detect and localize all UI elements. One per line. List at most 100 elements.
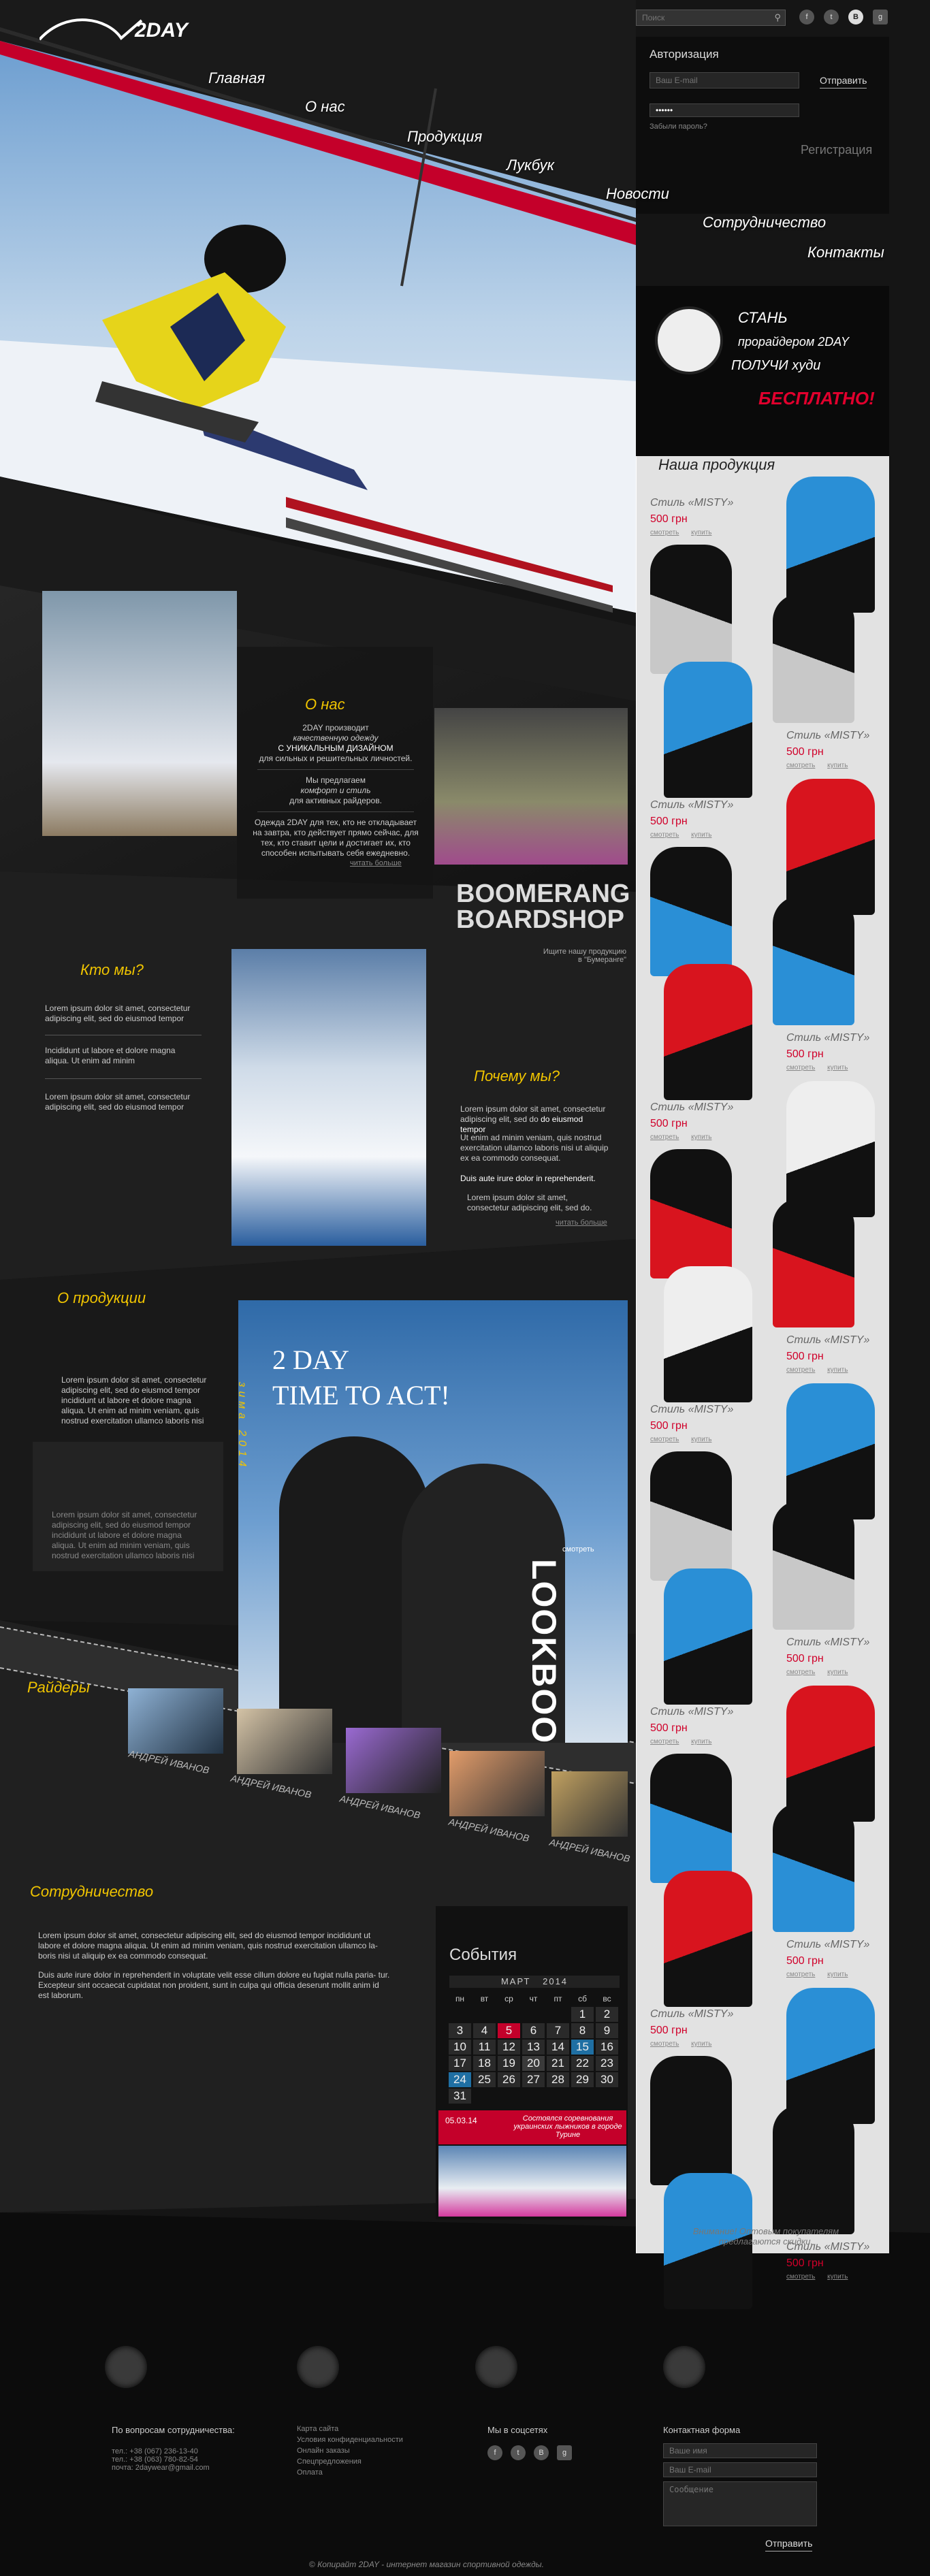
lookbook-see-link[interactable]: смотреть xyxy=(562,1545,594,1553)
product-style[interactable]: Стиль «MISTY» xyxy=(650,1101,752,1114)
vk-icon[interactable]: В xyxy=(848,10,863,25)
product-style[interactable]: Стиль «MISTY» xyxy=(650,1404,752,1416)
rider-card[interactable] xyxy=(551,1771,628,1837)
calendar-day[interactable]: 2 xyxy=(596,2007,618,2022)
product-card[interactable]: Стиль «MISTY» 500 грн смотреть купить xyxy=(637,1500,890,1705)
calendar-day[interactable]: 26 xyxy=(498,2072,520,2087)
view-link[interactable]: смотреть xyxy=(650,2040,679,2048)
calendar-day[interactable]: 13 xyxy=(522,2040,545,2055)
buy-link[interactable]: купить xyxy=(827,1366,848,1374)
hoodie-image[interactable] xyxy=(773,2105,854,2234)
calendar-day[interactable]: 30 xyxy=(596,2072,618,2087)
hoodie-image[interactable] xyxy=(773,1198,854,1327)
calendar-day[interactable]: 15 xyxy=(571,2040,594,2055)
calendar-day[interactable]: 10 xyxy=(449,2040,471,2055)
menu-item-cooperation[interactable]: Сотрудничество xyxy=(703,214,826,231)
rider-card[interactable] xyxy=(237,1709,332,1774)
menu-item-products[interactable]: Продукция xyxy=(407,128,482,146)
calendar-day[interactable]: 20 xyxy=(522,2056,545,2071)
why-more-link[interactable]: читать больше xyxy=(556,1219,607,1227)
calendar-day[interactable]: 23 xyxy=(596,2056,618,2071)
calendar-day[interactable]: 5 xyxy=(498,2023,520,2038)
search-input[interactable] xyxy=(637,10,766,25)
hoodie-image[interactable] xyxy=(664,964,752,1100)
email-field[interactable] xyxy=(650,72,799,88)
product-style[interactable]: Стиль «MISTY» xyxy=(650,1706,752,1718)
instagram-icon[interactable]: g xyxy=(557,2445,572,2460)
view-link[interactable]: смотреть xyxy=(650,1133,679,1141)
calendar-day[interactable]: 18 xyxy=(473,2056,496,2071)
product-style[interactable]: Стиль «MISTY» xyxy=(786,1032,888,1044)
calendar-day[interactable]: 17 xyxy=(449,2056,471,2071)
calendar-day[interactable]: 21 xyxy=(547,2056,569,2071)
calendar-day[interactable]: 25 xyxy=(473,2072,496,2087)
logo[interactable]: 2DAY xyxy=(38,15,189,45)
calendar-day[interactable]: 1 xyxy=(571,2007,594,2022)
footer-link[interactable]: Спецпредложения xyxy=(297,2458,433,2466)
promo-banner[interactable]: СТАНЬ прорайдером 2DAY ПОЛУЧИ худи БЕСПЛ… xyxy=(636,286,889,456)
hoodie-image[interactable] xyxy=(773,594,854,723)
instagram-icon[interactable]: g xyxy=(873,10,888,25)
search-bar[interactable]: ⚲ xyxy=(636,10,786,26)
calendar-day[interactable]: 16 xyxy=(596,2040,618,2055)
facebook-icon[interactable]: f xyxy=(487,2445,502,2460)
rider-card[interactable] xyxy=(449,1751,545,1816)
news-card[interactable]: 05.03.14 Состоялся соревнования украинск… xyxy=(438,2110,626,2217)
hoodie-image[interactable] xyxy=(773,896,854,1025)
footer-link[interactable]: Условия конфиденциальности xyxy=(297,2436,433,2444)
forgot-password-link[interactable]: Забыли пароль? xyxy=(650,123,707,131)
calendar-year[interactable]: 2014 xyxy=(543,1976,568,1986)
calendar-month[interactable]: МАРТ xyxy=(501,1976,531,1986)
product-style[interactable]: Стиль «MISTY» xyxy=(650,799,752,811)
calendar-day[interactable]: 28 xyxy=(547,2072,569,2087)
product-style[interactable]: Стиль «MISTY» xyxy=(786,730,888,742)
view-link[interactable]: смотреть xyxy=(650,1738,679,1745)
view-link[interactable]: смотреть xyxy=(786,1971,815,1978)
message-field[interactable] xyxy=(663,2481,817,2526)
calendar-day[interactable]: 22 xyxy=(571,2056,594,2071)
calendar-day[interactable]: 6 xyxy=(522,2023,545,2038)
view-link[interactable]: смотреть xyxy=(786,1064,815,1072)
view-link[interactable]: смотреть xyxy=(650,831,679,839)
hoodie-image[interactable] xyxy=(664,662,752,798)
password-field[interactable] xyxy=(650,103,799,117)
calendar-day[interactable]: 8 xyxy=(571,2023,594,2038)
calendar-day[interactable]: 24 xyxy=(449,2072,471,2087)
buy-link[interactable]: купить xyxy=(827,1669,848,1676)
hoodie-image[interactable] xyxy=(786,1383,875,1519)
buy-link[interactable]: купить xyxy=(827,1064,848,1072)
calendar-day[interactable]: 4 xyxy=(473,2023,496,2038)
buy-link[interactable]: купить xyxy=(827,762,848,769)
register-link[interactable]: Регистрация xyxy=(801,143,872,157)
buy-link[interactable]: купить xyxy=(691,1436,711,1443)
hoodie-image[interactable] xyxy=(786,779,875,915)
menu-item-news[interactable]: Новости xyxy=(606,185,669,203)
product-card[interactable]: Стиль «MISTY» 500 грн смотреть купить xyxy=(637,1803,890,2007)
product-style[interactable]: Стиль «MISTY» xyxy=(650,497,752,509)
hoodie-image[interactable] xyxy=(773,1803,854,1932)
calendar-day[interactable]: 31 xyxy=(449,2089,471,2104)
hoodie-image[interactable] xyxy=(664,1568,752,1705)
menu-item-lookbook[interactable]: Лукбук xyxy=(507,157,554,174)
hoodie-image[interactable] xyxy=(664,1266,752,1402)
calendar-day[interactable]: 27 xyxy=(522,2072,545,2087)
hoodie-image[interactable] xyxy=(786,1988,875,2124)
hoodie-image[interactable] xyxy=(773,1500,854,1630)
calendar-day[interactable]: 14 xyxy=(547,2040,569,2055)
calendar-day[interactable]: 12 xyxy=(498,2040,520,2055)
lookbook-banner[interactable]: 2 DAY TIME TO ACT! зима 2014 LOOKBOOK см… xyxy=(238,1300,628,1743)
product-style[interactable]: Стиль «MISTY» xyxy=(786,1637,888,1649)
footer-link[interactable]: Онлайн заказы xyxy=(297,2447,433,2455)
view-link[interactable]: смотреть xyxy=(650,1436,679,1443)
hoodie-image[interactable] xyxy=(786,1081,875,1217)
product-card[interactable]: Стиль «MISTY» 500 грн смотреть купить xyxy=(637,896,890,1100)
auth-send-button[interactable]: Отправить xyxy=(820,75,867,88)
facebook-icon[interactable]: f xyxy=(799,10,814,25)
hoodie-image[interactable] xyxy=(786,477,875,613)
product-card[interactable]: Стиль «MISTY» 500 грн смотреть купить xyxy=(637,1198,890,1402)
hoodie-image[interactable] xyxy=(786,1686,875,1822)
rider-card[interactable] xyxy=(346,1728,441,1793)
product-card[interactable]: Стиль «MISTY» 500 грн смотреть купить xyxy=(637,594,890,798)
footer-link[interactable]: Карта сайта xyxy=(297,2425,433,2433)
buy-link[interactable]: купить xyxy=(827,2273,848,2281)
